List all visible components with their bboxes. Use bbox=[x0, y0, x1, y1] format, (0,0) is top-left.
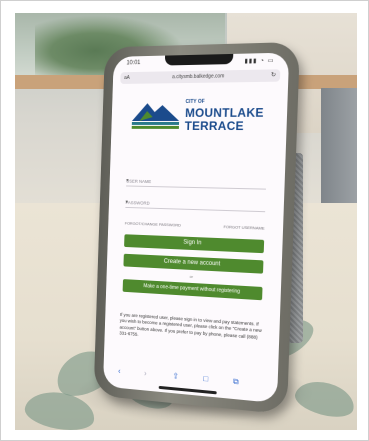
browser-address-bar[interactable]: aA a.citysmb.balkedge.com ↻ bbox=[120, 69, 281, 84]
forward-icon[interactable]: › bbox=[144, 369, 147, 378]
logo-terrace: TERRACE bbox=[184, 118, 245, 134]
photo: 10:01 ▮▮▮ ◔ ▭ aA a.citysmb.balkedge.com … bbox=[15, 13, 357, 430]
mountain-logo-icon bbox=[131, 103, 180, 129]
sign-in-button[interactable]: Sign In bbox=[124, 234, 265, 254]
bookmarks-icon[interactable]: □ bbox=[203, 374, 208, 383]
photo-frame: 10:01 ▮▮▮ ◔ ▭ aA a.citysmb.balkedge.com … bbox=[0, 0, 369, 441]
reload-icon[interactable]: ↻ bbox=[271, 71, 276, 78]
username-field[interactable]: USER NAME ▾ bbox=[126, 173, 267, 190]
chevron-down-icon: ▾ bbox=[126, 177, 129, 184]
account-links: FORGOT/CHANGE PASSWORD FORGOT USERNAME bbox=[125, 221, 265, 234]
smartphone: 10:01 ▮▮▮ ◔ ▭ aA a.citysmb.balkedge.com … bbox=[93, 41, 300, 415]
share-icon[interactable]: ⇪ bbox=[172, 371, 179, 381]
url-text: a.citysmb.balkedge.com bbox=[172, 73, 225, 81]
forgot-password-link[interactable]: FORGOT/CHANGE PASSWORD bbox=[125, 221, 181, 228]
back-icon[interactable]: ‹ bbox=[118, 366, 121, 375]
chevron-down-icon: ▾ bbox=[125, 199, 128, 206]
city-logo: CITY OF MOUNTLAKE TERRACE bbox=[130, 96, 278, 139]
forgot-username-link[interactable]: FORGOT USERNAME bbox=[223, 224, 264, 231]
info-text: If you are registered user, please sign … bbox=[119, 312, 262, 340]
signal-wifi-battery-icon: ▮▮▮ ◔ ▭ bbox=[244, 58, 275, 65]
tabs-icon[interactable]: ⧉ bbox=[233, 377, 239, 388]
password-field[interactable]: PASSWORD ▾ bbox=[125, 195, 266, 213]
status-bar: 10:01 ▮▮▮ ◔ ▭ bbox=[113, 53, 289, 71]
logo-city-of: CITY OF bbox=[185, 98, 205, 105]
phone-screen: 10:01 ▮▮▮ ◔ ▭ aA a.citysmb.balkedge.com … bbox=[102, 52, 290, 404]
status-time: 10:01 bbox=[126, 60, 141, 67]
one-time-payment-button[interactable]: Make a one-time payment without register… bbox=[122, 279, 263, 301]
logo-mountlake: MOUNTLAKE bbox=[184, 105, 265, 120]
